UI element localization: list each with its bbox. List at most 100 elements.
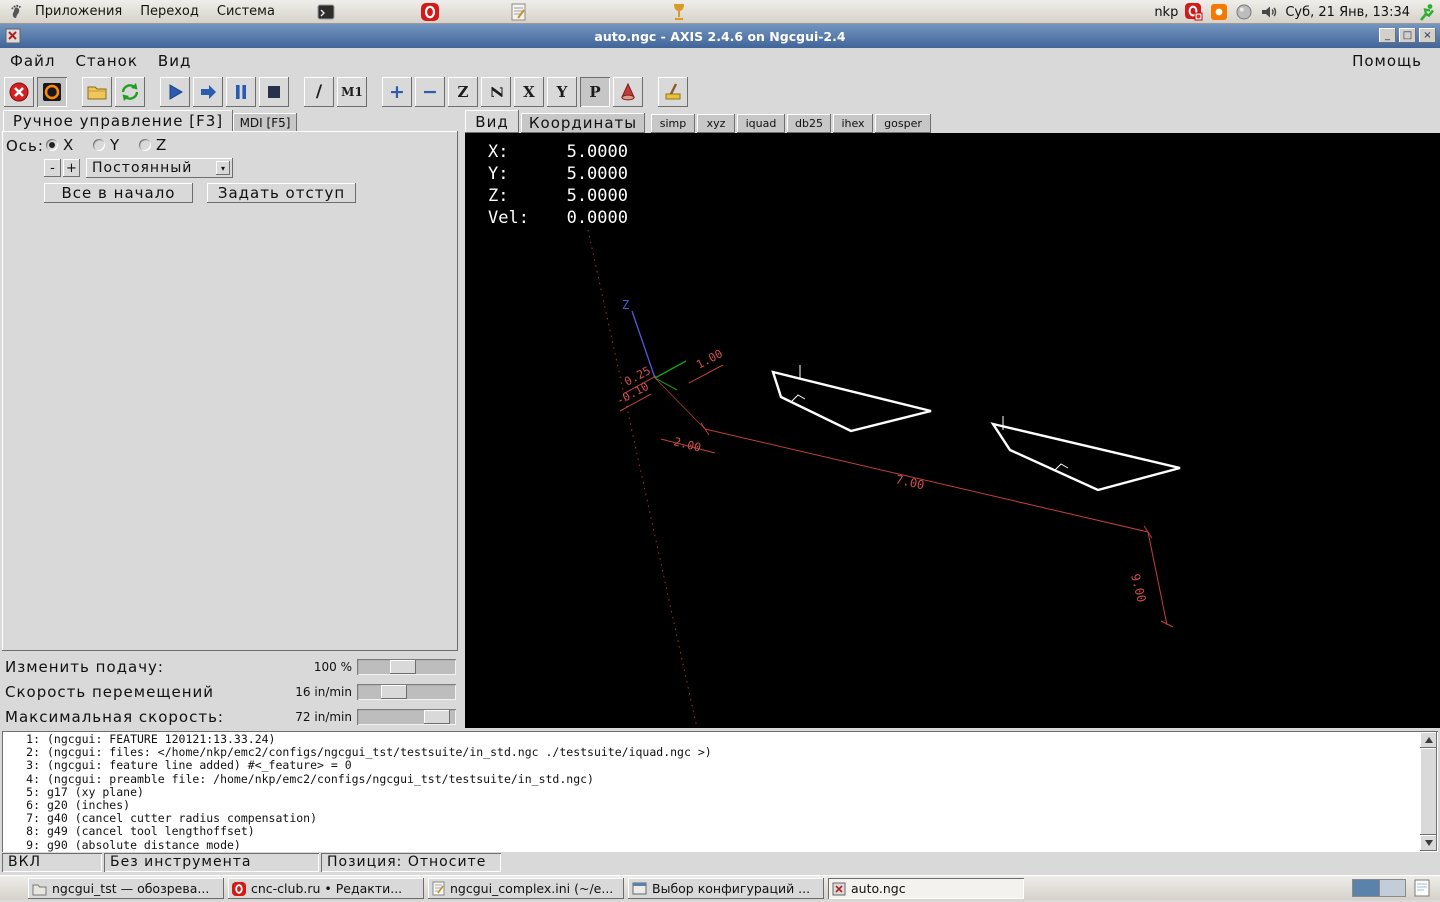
user-switcher[interactable]: nkp: [1154, 5, 1178, 20]
pause-button[interactable]: [226, 77, 256, 107]
scroll-down-button[interactable]: [1420, 835, 1437, 851]
estop-button[interactable]: [4, 77, 34, 107]
view-side-glyph: X: [523, 83, 535, 101]
optional-stop-button[interactable]: M1: [337, 77, 367, 107]
view-side-button[interactable]: X: [514, 77, 544, 107]
maximize-button[interactable]: □: [1399, 28, 1416, 43]
open-file-button[interactable]: [82, 77, 112, 107]
close-button[interactable]: ×: [1419, 28, 1436, 43]
workspace-1[interactable]: [1353, 880, 1379, 896]
tab-iquad[interactable]: iquad: [737, 114, 785, 133]
taskbar: ngcgui_tst — обозрева... cnc-club.ru • Р…: [0, 875, 1440, 900]
gnome-foot-icon[interactable]: [6, 2, 26, 22]
jog-increment-dropdown[interactable]: Постоянный ▾: [86, 158, 233, 178]
machine-power-button[interactable]: [37, 77, 67, 107]
tab-preview[interactable]: Вид: [465, 110, 519, 133]
tab-manual-control[interactable]: Ручное управление [F3]: [3, 110, 233, 132]
jog-minus-button[interactable]: -: [44, 159, 61, 177]
tab-xyz[interactable]: xyz: [697, 114, 735, 133]
max-speed-value: 72 in/min: [295, 710, 352, 724]
dro-readout: X: 5.0000 Y: 5.0000 Z: 5.0000 Vel: 0.000…: [488, 141, 628, 229]
gcode-scrollbar[interactable]: [1420, 732, 1437, 851]
scroll-up-button[interactable]: [1420, 732, 1437, 748]
tab-gosper[interactable]: gosper: [875, 114, 931, 133]
touch-off-button[interactable]: Задать отступ: [207, 183, 356, 203]
jog-speed-row: Скорость перемещений 16 in/min: [0, 681, 460, 703]
view-top-button[interactable]: Z: [448, 77, 478, 107]
menu-file[interactable]: Файл: [0, 50, 65, 72]
opera-tray-icon[interactable]: [1185, 3, 1203, 21]
updates-tray-icon[interactable]: [1210, 3, 1228, 21]
tab-mdi[interactable]: MDI [F5]: [233, 113, 297, 132]
gcode-listing[interactable]: 1: (ngcgui: FEATURE 120121:13.33.24) 2: (n…: [2, 731, 1438, 852]
clear-plot-button[interactable]: [658, 77, 688, 107]
jog-speed-label: Скорость перемещений: [5, 683, 214, 701]
volume-tray-icon[interactable]: [1260, 3, 1278, 21]
jog-speed-handle[interactable]: [381, 685, 407, 699]
opera-launcher-icon[interactable]: [420, 2, 440, 22]
tab-ihex[interactable]: ihex: [833, 114, 873, 133]
zoom-in-glyph: +: [389, 80, 405, 103]
view-front-button[interactable]: Y: [547, 77, 577, 107]
workspace-switcher[interactable]: [1352, 879, 1406, 897]
window-titlebar[interactable]: auto.ngc - AXIS 2.4.6 on Ngcgui-2.4 _ □ …: [0, 24, 1440, 48]
scrollbar-thumb[interactable]: [1420, 748, 1437, 835]
tab-simp[interactable]: simp: [651, 114, 695, 133]
taskbar-item-editor[interactable]: ngcgui_complex.ini (~/e...: [428, 878, 624, 899]
feed-override-label: Изменить подачу:: [5, 658, 164, 676]
dim-label-7: 7.00: [894, 472, 925, 492]
workspace-2[interactable]: [1379, 880, 1405, 896]
taskbar-item-config[interactable]: Выбор конфигураций ...: [628, 878, 824, 899]
feed-override-row: Изменить подачу: 100 %: [0, 656, 460, 678]
jog-speed-slider[interactable]: [357, 684, 456, 700]
rotate-view-button[interactable]: [613, 77, 643, 107]
max-speed-handle[interactable]: [424, 710, 450, 724]
text-editor-icon: [432, 881, 445, 896]
block-delete-button[interactable]: /: [304, 77, 334, 107]
dro-vel-row: Vel: 0.0000: [488, 207, 628, 229]
dro-y-row: Y: 5.0000: [488, 163, 628, 185]
gcode-line: 4: (ngcgui: preamble file: /home/nkp/emc2…: [26, 771, 594, 786]
taskbar-item-filemanager[interactable]: ngcgui_tst — обозрева...: [28, 878, 224, 899]
axis-radio-x[interactable]: X: [46, 136, 73, 154]
tab-db25[interactable]: db25: [787, 114, 831, 133]
radio-x-indicator: [46, 139, 58, 151]
tab-dro[interactable]: Координаты: [521, 113, 645, 133]
panel-menu-system[interactable]: Система: [208, 0, 284, 24]
panel-menu-places[interactable]: Переход: [131, 0, 208, 24]
stop-button[interactable]: [259, 77, 289, 107]
step-button[interactable]: [193, 77, 223, 107]
jog-plus-button[interactable]: +: [63, 159, 80, 177]
menu-help[interactable]: Помощь: [1342, 50, 1432, 72]
terminal-launcher-icon[interactable]: [316, 2, 336, 22]
minimize-button[interactable]: _: [1379, 28, 1396, 43]
zoom-in-button[interactable]: +: [382, 77, 412, 107]
panel-menu-applications[interactable]: Приложения: [26, 0, 131, 24]
menu-view[interactable]: Вид: [148, 50, 201, 72]
menu-machine[interactable]: Станок: [65, 50, 147, 72]
view-top-rotated-button[interactable]: Z: [481, 77, 511, 107]
wine-glass-launcher-icon[interactable]: [668, 2, 688, 22]
run-button[interactable]: [160, 77, 190, 107]
text-editor-launcher-icon[interactable]: [508, 2, 528, 22]
window-title: auto.ngc - AXIS 2.4.6 on Ngcgui-2.4: [594, 28, 846, 44]
dim-label-1: 1.00: [694, 346, 725, 371]
feed-override-handle[interactable]: [390, 660, 416, 674]
axis-radio-z[interactable]: Z: [139, 136, 166, 154]
dim-label-2: 2.00: [672, 434, 702, 454]
dro-z-label: Z:: [488, 186, 509, 206]
system-monitor-icon[interactable]: [1417, 3, 1435, 21]
reload-button[interactable]: [115, 77, 145, 107]
taskbar-item-axis[interactable]: auto.ngc: [828, 878, 1024, 899]
taskbar-item-opera[interactable]: cnc-club.ru • Редакти...: [228, 878, 424, 899]
max-speed-slider[interactable]: [357, 709, 456, 725]
view-perspective-button[interactable]: P: [580, 77, 610, 107]
bluetooth-ball-tray-icon[interactable]: [1235, 3, 1253, 21]
notes-tray-icon[interactable]: [1412, 878, 1432, 902]
zoom-out-button[interactable]: −: [415, 77, 445, 107]
panel-clock[interactable]: Суб, 21 Янв, 13:34: [1285, 5, 1410, 20]
home-all-button[interactable]: Все в начало: [44, 183, 193, 203]
feed-override-slider[interactable]: [357, 659, 456, 675]
axis-radio-y[interactable]: Y: [93, 136, 119, 154]
z-axis-label: Z: [622, 298, 629, 312]
